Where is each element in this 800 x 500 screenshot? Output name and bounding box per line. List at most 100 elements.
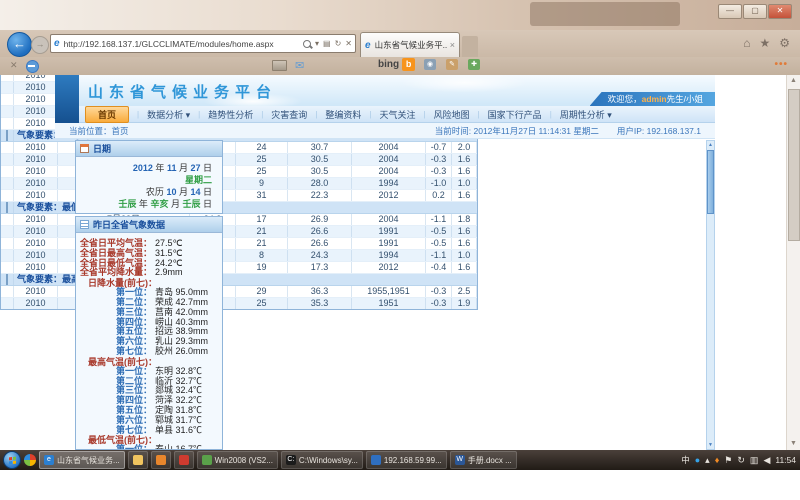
address-bar[interactable]: e http://192.168.137.1/GLCCLIMATE/module… bbox=[50, 34, 356, 53]
close-button[interactable]: ✕ bbox=[768, 4, 792, 19]
camera-icon[interactable]: ◉ bbox=[424, 59, 436, 70]
vm-icon bbox=[202, 455, 212, 465]
taskbar-button-rdp[interactable]: 192.168.59.99... bbox=[366, 451, 447, 469]
nav-item-8[interactable]: 国家下行产品 bbox=[488, 108, 542, 121]
refresh-icon[interactable]: ↻ bbox=[335, 39, 342, 48]
table-row[interactable]: 20107月下旬27.02530.52004-0.31.6 bbox=[1, 166, 477, 178]
addons-icon[interactable]: ✚ bbox=[468, 59, 480, 70]
nav-item-2[interactable]: 数据分析 ▾ bbox=[147, 108, 190, 121]
weather-stat-row: 第七位：单县 31.6℃ bbox=[76, 426, 218, 436]
home-icon[interactable]: ⌂ bbox=[743, 36, 750, 50]
browser-scrollbar-thumb[interactable] bbox=[788, 89, 800, 241]
bing-search-icon[interactable]: b bbox=[402, 58, 415, 71]
sync-icon[interactable]: ↻ bbox=[737, 455, 745, 465]
language-indicator[interactable]: 中 bbox=[681, 454, 690, 466]
table-cell: 2010 bbox=[14, 238, 58, 249]
page-scroll-down-icon[interactable]: ▼ bbox=[707, 442, 714, 448]
toolbar-overflow-icon[interactable]: ••• bbox=[774, 59, 788, 70]
page-scrollbar-thumb[interactable] bbox=[707, 150, 714, 214]
start-button[interactable] bbox=[3, 451, 21, 469]
page-scroll-up-icon[interactable]: ▲ bbox=[707, 142, 714, 148]
taskbar-button-word[interactable]: W手册.docx ... bbox=[450, 451, 517, 469]
back-button[interactable]: ← bbox=[7, 32, 32, 57]
table-row[interactable]: 20107月5候31.42535.31951-0.31.9 bbox=[1, 298, 477, 310]
group-checkbox[interactable] bbox=[6, 130, 8, 141]
browser-scrollbar[interactable]: ▲ ▼ bbox=[786, 75, 800, 450]
nav-item-1[interactable]: 首页 bbox=[85, 106, 129, 123]
table-row[interactable]: 20107月1日～7月23日23.1824.31994-1.11.0 bbox=[1, 250, 477, 262]
scroll-down-icon[interactable]: ▼ bbox=[787, 438, 800, 450]
maximize-button[interactable]: ▢ bbox=[743, 4, 767, 19]
table-row[interactable]: 20107月23日24.21726.92004-1.11.8 bbox=[1, 214, 477, 226]
url-text[interactable]: http://192.168.137.1/GLCCLIMATE/modules/… bbox=[64, 39, 303, 49]
mail-icon[interactable]: ✉ bbox=[295, 59, 304, 72]
messenger-icon[interactable]: ● bbox=[695, 455, 700, 465]
nav-item-4[interactable]: 灾害查询 bbox=[271, 108, 307, 121]
breadcrumb: 当前位置：首页 bbox=[69, 125, 129, 137]
orange-app-icon bbox=[156, 455, 166, 465]
page-scrollbar[interactable]: ▲ ▼ bbox=[706, 140, 715, 450]
table-row[interactable]: 20107月5候23.52126.61991-0.51.6 bbox=[1, 226, 477, 238]
taskbar-button-folder[interactable] bbox=[128, 451, 148, 469]
favorites-star-icon[interactable]: ★ bbox=[759, 36, 770, 50]
network-icon[interactable]: ▥ bbox=[750, 455, 759, 465]
forward-button[interactable]: → bbox=[31, 36, 49, 54]
table-cell: 17 bbox=[236, 214, 288, 225]
screen: — ▢ ✕ ← → e http://192.168.137.1/GLCCLIM… bbox=[0, 0, 800, 500]
nav-item-9[interactable]: 周期性分析 ▾ bbox=[560, 108, 612, 121]
table-cell: -0.3 bbox=[426, 166, 452, 177]
flame-icon[interactable]: ♦ bbox=[715, 455, 720, 465]
settings-gear-icon[interactable]: ⚙ bbox=[779, 36, 790, 50]
tab-title[interactable]: 山东省气候业务平... bbox=[375, 39, 448, 51]
group-checkbox[interactable] bbox=[6, 202, 8, 213]
clock[interactable]: 11:54 bbox=[775, 455, 796, 465]
new-tab-button[interactable] bbox=[462, 36, 478, 57]
table-row[interactable]: 20107月23日31.52936.31955,1951-0.32.5 bbox=[1, 286, 477, 298]
show-hidden-icons[interactable]: ▴ bbox=[705, 455, 710, 465]
taskbar-button-red-app[interactable] bbox=[174, 451, 194, 469]
pinned-app-icon[interactable] bbox=[24, 454, 36, 466]
card-reader-icon[interactable] bbox=[272, 60, 287, 71]
nav-item-7[interactable]: 风险地图 bbox=[434, 108, 470, 121]
word-icon: W bbox=[455, 455, 465, 465]
compatibility-icon[interactable]: ▤ bbox=[323, 39, 331, 48]
nav-item-5[interactable]: 整编资料 bbox=[325, 108, 361, 121]
table-row[interactable]: 20101月1日～7月23日12.03122.320120.21.6 bbox=[1, 190, 477, 202]
table-row[interactable]: 20107月1日～7月23日26.9928.01994-1.01.0 bbox=[1, 178, 477, 190]
table-cell: 1.0 bbox=[452, 250, 477, 261]
table-cell: 2004 bbox=[352, 166, 426, 177]
table-row[interactable]: 20107月下旬23.52126.61991-0.51.6 bbox=[1, 238, 477, 250]
taskbar-button-cmd[interactable]: C:C:\Windows\sy... bbox=[281, 451, 363, 469]
table-cell: 30.7 bbox=[288, 142, 352, 153]
nav-item-3[interactable]: 趋势性分析 bbox=[208, 108, 253, 121]
nav-item-6[interactable]: 天气关注 bbox=[379, 108, 415, 121]
table-row[interactable]: 20107月5候27.02530.52004-0.31.6 bbox=[1, 154, 477, 166]
search-icon[interactable] bbox=[303, 40, 311, 48]
table-cell: 2010 bbox=[14, 166, 58, 177]
table-cell: 26.6 bbox=[288, 226, 352, 237]
taskbar-button-vm[interactable]: Win2008 (VS2... bbox=[197, 451, 278, 469]
calendar-line: 壬辰 年 辛亥 月 壬辰 日 bbox=[76, 198, 212, 210]
tab-close-icon[interactable]: × bbox=[450, 40, 455, 50]
table-cell: 25 bbox=[236, 298, 288, 309]
table-row[interactable]: 20101月1日～7月23日7.61917.32012-0.41.6 bbox=[1, 262, 477, 274]
table-row[interactable]: 20107月23日27.52430.72004-0.72.0 bbox=[1, 142, 477, 154]
group-checkbox[interactable] bbox=[6, 274, 8, 285]
scroll-up-icon[interactable]: ▲ bbox=[787, 75, 800, 87]
window-titlebar[interactable]: — ▢ ✕ bbox=[0, 0, 800, 30]
browser-tab[interactable]: e 山东省气候业务平... × bbox=[360, 32, 460, 57]
table-cell: -1.1 bbox=[426, 214, 452, 225]
stop-icon[interactable]: ✕ bbox=[345, 39, 352, 48]
action-center-flag-icon[interactable]: ⚑ bbox=[724, 455, 732, 465]
table-cell: 2010 bbox=[14, 262, 58, 273]
blocked-circle-icon[interactable] bbox=[26, 60, 39, 73]
dropdown-caret-icon[interactable]: ▾ bbox=[315, 39, 319, 48]
taskbar-button-ie[interactable]: e山东省气候业务... bbox=[39, 451, 125, 469]
bing-search-widget[interactable]: bing b bbox=[378, 58, 415, 71]
toolbar-close-icon[interactable]: ✕ bbox=[10, 60, 18, 71]
minimize-button[interactable]: — bbox=[718, 4, 742, 19]
paint-icon[interactable]: ✎ bbox=[446, 59, 458, 70]
table-cell: 1.0 bbox=[452, 178, 477, 189]
taskbar-button-orange-app[interactable] bbox=[151, 451, 171, 469]
volume-icon[interactable]: ◀ bbox=[763, 455, 770, 465]
